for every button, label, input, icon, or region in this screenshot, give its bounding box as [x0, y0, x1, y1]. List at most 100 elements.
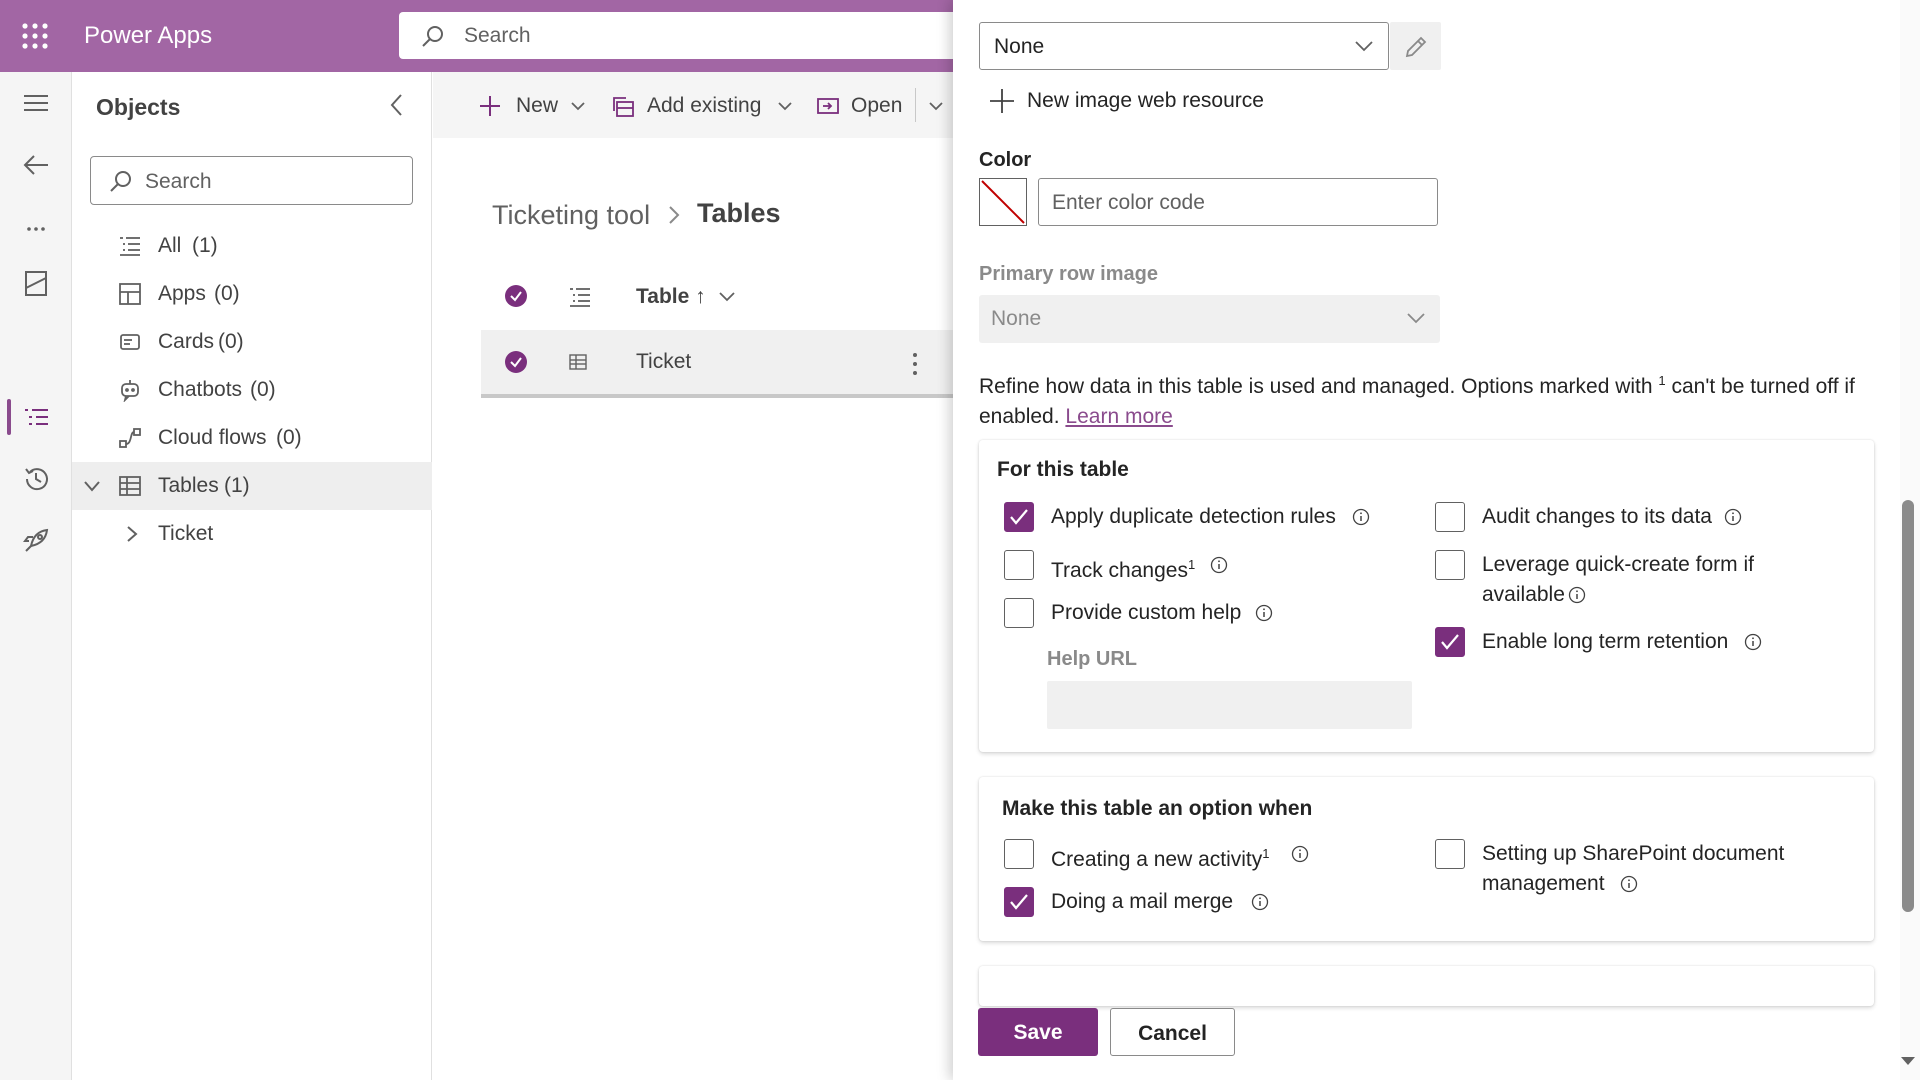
- pages-icon[interactable]: [21, 268, 51, 298]
- mail-merge-label: Doing a mail merge: [1051, 890, 1234, 913]
- search-placeholder: Search: [145, 170, 212, 193]
- back-arrow-icon[interactable]: [21, 150, 51, 180]
- objects-item-label: Chatbots: [158, 378, 243, 401]
- info-icon[interactable]: [1251, 893, 1269, 911]
- objects-item-all[interactable]: All (1): [72, 222, 432, 270]
- apps-icon: [118, 282, 142, 306]
- chevron-down-icon[interactable]: [82, 476, 102, 496]
- app-name[interactable]: Power Apps: [84, 22, 212, 50]
- objects-item-chatbots[interactable]: Chatbots (0): [72, 366, 432, 414]
- objects-search-input[interactable]: Search: [90, 156, 413, 205]
- info-icon[interactable]: [1291, 845, 1309, 863]
- new-activity-sup: 1: [1262, 846, 1270, 861]
- chevron-down-icon: [1355, 41, 1373, 52]
- long-term-retention-label: Enable long term retention: [1482, 630, 1729, 653]
- learn-more-link[interactable]: Learn more: [1065, 405, 1172, 428]
- objects-item-apps[interactable]: Apps (0): [72, 270, 432, 318]
- provide-custom-help-checkbox[interactable]: [1004, 598, 1034, 628]
- table-row[interactable]: Ticket: [481, 330, 953, 398]
- add-existing-button[interactable]: Add existing: [611, 92, 792, 120]
- objects-item-cloud-flows[interactable]: Cloud flows (0): [72, 414, 432, 462]
- column-chevron-down-icon[interactable]: [718, 290, 736, 304]
- color-swatch[interactable]: [979, 178, 1027, 226]
- card-title: For this table: [997, 458, 1129, 481]
- save-label: Save: [1013, 1021, 1063, 1044]
- app-launcher-icon[interactable]: [20, 21, 50, 51]
- objects-item-label: Apps: [158, 282, 206, 305]
- cards-icon: [118, 330, 142, 354]
- global-search-input[interactable]: Search: [399, 12, 959, 59]
- long-term-retention-checkbox[interactable]: [1435, 627, 1465, 657]
- info-icon[interactable]: [1210, 556, 1228, 574]
- objects-item-count: (1): [224, 474, 250, 497]
- objects-item-ticket[interactable]: Ticket: [72, 510, 432, 558]
- objects-item-label: Ticket: [158, 522, 214, 545]
- table-row-name: Ticket: [636, 350, 692, 373]
- color-code-input[interactable]: Enter color code: [1038, 178, 1438, 226]
- provide-custom-help-label: Provide custom help: [1051, 601, 1242, 624]
- color-label: Color: [979, 149, 1032, 171]
- quick-create-checkbox[interactable]: [1435, 550, 1465, 580]
- objects-item-label: All: [158, 234, 182, 257]
- info-icon[interactable]: [1568, 586, 1586, 604]
- primary-row-image-label: Primary row image: [979, 263, 1158, 285]
- cancel-button[interactable]: Cancel: [1110, 1008, 1235, 1056]
- table-icon: [118, 474, 142, 498]
- next-section-card: [979, 966, 1874, 1006]
- help-url-input: [1047, 681, 1412, 729]
- track-changes-sup: 1: [1187, 557, 1196, 572]
- info-icon[interactable]: [1620, 875, 1638, 893]
- column-header-table[interactable]: Table ↑: [636, 285, 706, 309]
- new-activity-label: Creating a new activity1: [1051, 839, 1270, 875]
- more-commands-chevron-down-icon[interactable]: [928, 99, 944, 113]
- new-button[interactable]: New: [478, 92, 588, 120]
- objects-item-tables[interactable]: Tables (1): [72, 462, 432, 510]
- breadcrumb-chevron-right-icon: [664, 202, 684, 228]
- edit-pencil-icon[interactable]: [1390, 22, 1441, 70]
- list-icon: [118, 234, 142, 258]
- sharepoint-checkbox[interactable]: [1435, 839, 1465, 869]
- search-icon: [109, 169, 133, 193]
- info-icon[interactable]: [1352, 508, 1370, 526]
- sharepoint-label-line2: management: [1482, 872, 1605, 895]
- objects-item-count: (1): [192, 234, 218, 257]
- rocket-icon[interactable]: [21, 526, 51, 556]
- audit-changes-checkbox[interactable]: [1435, 502, 1465, 532]
- breadcrumb-root[interactable]: Ticketing tool: [492, 200, 650, 231]
- list-view-icon[interactable]: [568, 285, 592, 309]
- breadcrumb-current: Tables: [697, 198, 781, 228]
- chevron-right-icon[interactable]: [122, 524, 142, 544]
- new-label: New: [516, 94, 559, 117]
- info-icon[interactable]: [1744, 633, 1762, 651]
- table-properties-panel: None New image web resource Color Enter …: [953, 0, 1920, 1080]
- new-activity-checkbox[interactable]: [1004, 839, 1034, 869]
- apply-duplicate-detection-checkbox[interactable]: [1004, 502, 1034, 532]
- track-changes-checkbox[interactable]: [1004, 550, 1034, 580]
- apply-duplicate-detection-label: Apply duplicate detection rules: [1051, 505, 1336, 528]
- more-options-icon[interactable]: [21, 214, 51, 244]
- quick-create-label-line1: Leverage quick-create form if: [1482, 553, 1754, 576]
- for-this-table-card: For this table Apply duplicate detection…: [979, 440, 1874, 752]
- track-changes-label: Track changes1: [1051, 550, 1195, 586]
- new-activity-text: Creating a new activity: [1051, 848, 1263, 871]
- objects-icon[interactable]: [21, 402, 51, 432]
- color-placeholder: Enter color code: [1052, 191, 1205, 214]
- mail-merge-checkbox[interactable]: [1004, 887, 1034, 917]
- save-button[interactable]: Save: [978, 1008, 1098, 1056]
- row-more-icon[interactable]: [910, 350, 920, 378]
- info-icon[interactable]: [1255, 604, 1273, 622]
- info-icon[interactable]: [1724, 508, 1742, 526]
- objects-item-cards[interactable]: Cards (0): [72, 318, 432, 366]
- hamburger-menu-icon[interactable]: [21, 88, 51, 118]
- history-icon[interactable]: [21, 464, 51, 494]
- table-image-dropdown[interactable]: None: [979, 22, 1389, 70]
- select-all-check-icon[interactable]: [504, 284, 528, 308]
- row-check-icon[interactable]: [504, 350, 528, 374]
- scrollbar-thumb[interactable]: [1902, 500, 1914, 912]
- chevron-down-icon: [1407, 313, 1425, 324]
- card-title: Make this table an option when: [1002, 797, 1313, 820]
- open-button[interactable]: Open: [816, 92, 911, 120]
- scroll-down-arrow-icon[interactable]: [1899, 1054, 1917, 1068]
- quick-create-label-line2: available: [1482, 583, 1565, 606]
- collapse-chevron-left-icon[interactable]: [384, 92, 410, 118]
